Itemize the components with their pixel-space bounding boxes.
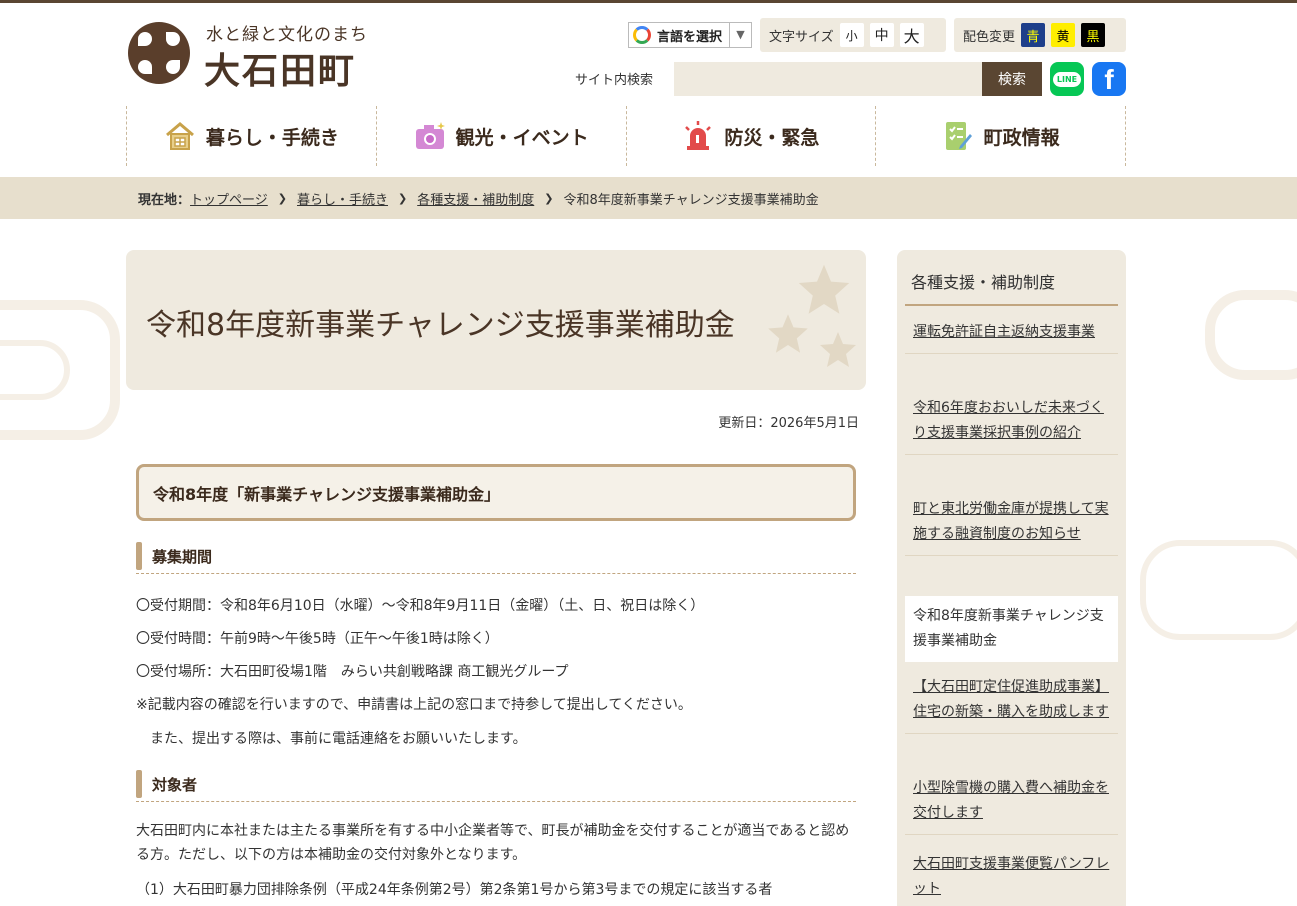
nav-label: 観光・イベント — [455, 126, 589, 149]
sidebar-item-current: 令和8年度新事業チャレンジ支援事業補助金 — [905, 596, 1118, 662]
color-black-button[interactable]: 黒 — [1081, 23, 1106, 47]
font-size-small-button[interactable]: 小 — [839, 23, 864, 47]
target-text: 大石田町内に本社または主たる事業所を有する中小企業者等で、町長が補助金を交付する… — [136, 823, 850, 863]
google-icon — [633, 26, 651, 44]
flower-decoration-icon — [820, 332, 856, 367]
recruit-line: 〇受付時間：午前9時～午後5時（正午～午後1時は除く） — [136, 631, 499, 647]
chevron-right-icon: ❯ — [544, 191, 554, 205]
flower-decoration-icon — [768, 314, 808, 353]
recruit-line: 〇受付期間：令和8年6月10日（水曜）～令和8年9月11日（金曜）（土、日、祝日… — [136, 598, 705, 614]
sidebar-link[interactable]: 令和6年度おおいしだ未来づくり支援事業採択事例の紹介 — [913, 400, 1104, 441]
breadcrumb-link-living[interactable]: 暮らし・手続き — [297, 189, 388, 208]
global-nav: 暮らし・手続き 観光・イベント 防災・緊急 町政情報 — [126, 106, 1126, 166]
house-icon — [165, 122, 194, 150]
sidebar-current-label: 令和8年度新事業チャレンジ支援事業補助金 — [913, 608, 1104, 649]
background-decoration — [1140, 540, 1297, 640]
sidebar-item[interactable]: 令和6年度おおいしだ未来づくり支援事業採択事例の紹介 — [905, 388, 1118, 455]
font-size-large-button[interactable]: 大 — [899, 23, 924, 47]
nav-label: 防災・緊急 — [724, 126, 820, 149]
sidebar-item[interactable]: 大石田町支援事業便覧パンフレット — [905, 844, 1118, 906]
sidebar-item[interactable]: 町と東北労働金庫が提携して実施する融資制度のお知らせ — [905, 489, 1118, 556]
page-title: 令和8年度新事業チャレンジ支援事業補助金 — [146, 308, 735, 343]
page-title-box: 令和8年度新事業チャレンジ支援事業補助金 — [126, 250, 866, 390]
nav-item-living[interactable]: 暮らし・手続き — [126, 106, 376, 166]
updated-date: 更新日：2026年5月1日 — [718, 416, 859, 431]
chevron-right-icon: ❯ — [398, 191, 408, 205]
nav-label: 町政情報 — [983, 126, 1060, 149]
heading-target: 対象者 — [136, 768, 856, 802]
font-size-label: 文字サイズ — [769, 29, 834, 45]
color-blue-button[interactable]: 青 — [1021, 23, 1046, 47]
sidebar-link[interactable]: 小型除雪機の購入費へ補助金を交付します — [913, 780, 1109, 821]
town-name[interactable]: 大石田町 — [204, 42, 356, 94]
top-border — [0, 0, 1297, 3]
town-logo[interactable] — [128, 22, 190, 84]
flower-decoration-icon — [798, 264, 850, 314]
color-scheme-control: 配色変更 青 黄 黒 — [954, 18, 1126, 52]
sidebar-heading: 各種支援・補助制度 — [905, 258, 1118, 306]
recruit-line: 〇受付場所：大石田町役場1階 みらい共創戦略課 商工観光グループ — [136, 664, 569, 680]
language-select-label: 言語を選択 — [657, 29, 723, 45]
chevron-right-icon: ❯ — [277, 191, 287, 205]
line-icon[interactable]: LINE — [1050, 62, 1084, 96]
breadcrumb-current: 令和8年度新事業チャレンジ支援事業補助金 — [563, 192, 819, 208]
site-search-input[interactable] — [674, 62, 982, 96]
sidebar-link[interactable]: 町と東北労働金庫が提携して実施する融資制度のお知らせ — [913, 501, 1109, 542]
target-item: （1）大石田町暴力団排除条例（平成24年条例第2号）第2条第1号から第3号までの… — [136, 882, 773, 898]
search-button[interactable]: 検索 — [982, 62, 1042, 96]
breadcrumb-label: 現在地： — [138, 192, 191, 208]
font-size-medium-button[interactable]: 中 — [869, 23, 894, 47]
sidebar-link[interactable]: 大石田町支援事業便覧パンフレット — [913, 856, 1109, 897]
nav-item-disaster[interactable]: 防災・緊急 — [625, 106, 876, 166]
heading-recruit-period: 募集期間 — [136, 540, 856, 574]
checklist-icon — [945, 122, 972, 150]
breadcrumb-link-support[interactable]: 各種支援・補助制度 — [417, 189, 534, 208]
color-yellow-button[interactable]: 黄 — [1051, 23, 1076, 47]
nav-item-tourism[interactable]: 観光・イベント — [375, 106, 626, 166]
site-search-label: サイト内検索 — [575, 73, 654, 88]
sidebar-link[interactable]: 【大石田町定住促進助成事業】住宅の新築・購入を助成します — [913, 679, 1109, 720]
background-decoration — [0, 340, 70, 400]
recruit-note: また、提出する際は、事前に電話連絡をお願いいたします。 — [136, 731, 527, 747]
breadcrumb: 現在地： トップページ ❯ 暮らし・手続き ❯ 各種支援・補助制度 ❯ 令和8年… — [0, 177, 1297, 219]
section-title: 令和8年度「新事業チャレンジ支援事業補助金」 — [136, 464, 856, 521]
language-select-button[interactable]: 言語を選択 ▼ — [628, 22, 752, 48]
nav-item-government[interactable]: 町政情報 — [875, 106, 1126, 166]
sidebar-link[interactable]: 運転免許証自主返納支援事業 — [913, 324, 1095, 340]
nav-label: 暮らし・手続き — [205, 126, 339, 149]
sidebar: 各種支援・補助制度 運転免許証自主返納支援事業 令和6年度おおいしだ未来づくり支… — [897, 250, 1126, 906]
sidebar-item[interactable]: 小型除雪機の購入費へ補助金を交付します — [905, 768, 1118, 835]
color-scheme-label: 配色変更 — [963, 29, 1016, 45]
background-decoration — [1205, 290, 1297, 380]
siren-icon — [685, 121, 712, 150]
breadcrumb-link-top[interactable]: トップページ — [190, 189, 268, 208]
font-size-control: 文字サイズ 小 中 大 — [760, 18, 946, 52]
recruit-note: ※記載内容の確認を行いますので、申請書は上記の窓口まで持参して提出してください。 — [136, 697, 692, 713]
sidebar-item[interactable]: 運転免許証自主返納支援事業 — [905, 312, 1118, 354]
camera-icon — [415, 122, 445, 149]
facebook-icon[interactable]: f — [1092, 62, 1126, 96]
dropdown-arrow-icon: ▼ — [729, 23, 751, 47]
sidebar-item[interactable]: 【大石田町定住促進助成事業】住宅の新築・購入を助成します — [905, 667, 1118, 734]
